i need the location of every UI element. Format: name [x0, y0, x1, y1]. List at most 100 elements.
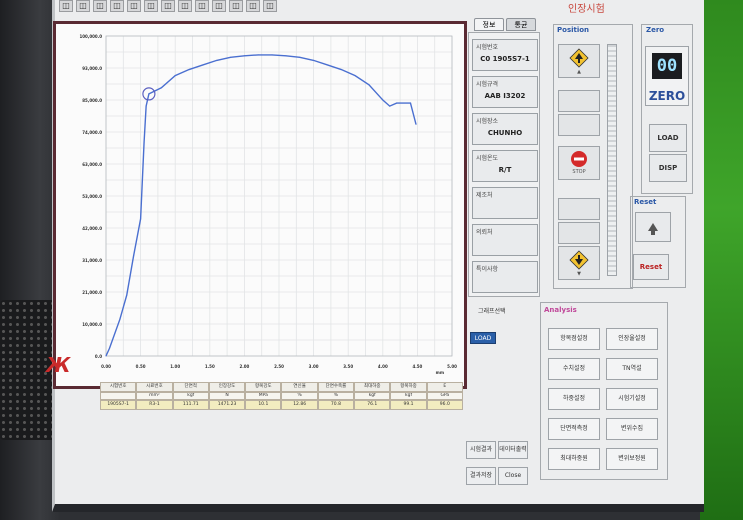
- reset-all-button[interactable]: Reset: [633, 254, 669, 280]
- speed-slider[interactable]: [607, 44, 617, 276]
- results-cell: E: [426, 382, 463, 392]
- background-wall: [700, 0, 743, 520]
- chart-area: 100,000.0 93,000.0 85,000.0 74,000.0 63,000.…: [53, 21, 467, 389]
- bottom-button[interactable]: Close: [498, 467, 528, 485]
- data-point: [396, 102, 398, 104]
- position-button-6[interactable]: ▼: [558, 246, 600, 280]
- data-point: [160, 87, 162, 89]
- results-data-row[interactable]: 1905S7-1 R3-1 111.71 1471.23 10.1 12.86 70.8 76…: [100, 400, 463, 410]
- info-box[interactable]: 특이사항: [472, 261, 538, 293]
- analysis-button[interactable]: TN역설: [606, 358, 658, 380]
- position-button-1[interactable]: [558, 90, 600, 112]
- reset-button[interactable]: [635, 212, 671, 242]
- toolbar-button[interactable]: ◫: [229, 0, 243, 12]
- results-cell: 단면적: [172, 382, 209, 392]
- reset-title: Reset: [634, 198, 657, 206]
- data-point: [257, 54, 259, 56]
- results-cell: kgf: [354, 392, 391, 400]
- data-point: [202, 64, 204, 66]
- toolbar-button[interactable]: ◫: [93, 0, 107, 12]
- info-label: 시험온도: [476, 155, 499, 162]
- data-point: [415, 123, 417, 125]
- data-point: [313, 59, 315, 61]
- tensile-chart: 100,000.0 93,000.0 85,000.0 74,000.0 63,000.…: [79, 34, 457, 375]
- toolbar-button[interactable]: ◫: [127, 0, 141, 12]
- analysis-button[interactable]: 변위수집: [606, 418, 658, 440]
- y-tick-label: 10,000.0: [82, 322, 102, 327]
- zero-display: 00: [652, 53, 682, 79]
- data-point: [382, 99, 384, 101]
- info-label: 시험규격: [476, 81, 499, 88]
- info-box[interactable]: 시험번호 C0 1905S7-1: [472, 39, 538, 71]
- data-point: [285, 55, 287, 57]
- info-box[interactable]: 시험규격 AAB I3202: [472, 76, 538, 108]
- data-point: [243, 55, 245, 57]
- analysis-button[interactable]: 하중설정: [548, 388, 600, 410]
- data-point: [299, 56, 301, 58]
- position-button-3[interactable]: STOP: [558, 146, 600, 180]
- results-cell: 76.1: [354, 400, 391, 410]
- info-box[interactable]: 의뢰처: [472, 224, 538, 256]
- analysis-button[interactable]: 인장율설정: [606, 328, 658, 350]
- results-cell: 1905S7-1: [100, 400, 137, 410]
- position-button-5[interactable]: [558, 222, 600, 244]
- toolbar-button[interactable]: ◫: [246, 0, 260, 12]
- analysis-button[interactable]: 단면적측정: [548, 418, 600, 440]
- zero-title: Zero: [646, 26, 665, 34]
- y-tick-label: 100,000.0: [79, 34, 102, 39]
- data-point: [133, 254, 135, 256]
- y-tick-label: 21,000.0: [82, 290, 102, 295]
- y-tick-label: 93,000.0: [82, 66, 102, 71]
- toolbar-button[interactable]: ◫: [161, 0, 175, 12]
- reset-icon: [648, 223, 658, 235]
- stop-icon: [571, 151, 587, 167]
- load-zero-button[interactable]: LOAD: [649, 124, 687, 152]
- x-tick-label: 3.50: [343, 364, 353, 369]
- toolbar-button[interactable]: ◫: [195, 0, 209, 12]
- zero-button[interactable]: 00 ZERO: [645, 46, 689, 106]
- position-button-4[interactable]: [558, 198, 600, 220]
- toolbar-button[interactable]: ◫: [178, 0, 192, 12]
- analysis-button[interactable]: 수치설정: [548, 358, 600, 380]
- analysis-title: Analysis: [544, 306, 577, 314]
- x-tick-label: 3.00: [309, 364, 319, 369]
- toolbar-button[interactable]: ◫: [144, 0, 158, 12]
- info-box[interactable]: 제조처: [472, 187, 538, 219]
- toolbar-button[interactable]: ◫: [263, 0, 277, 12]
- info-tabs: 정보 통균: [474, 18, 536, 31]
- disp-zero-button[interactable]: DISP: [649, 154, 687, 182]
- tab-1[interactable]: 통균: [506, 18, 536, 31]
- info-box[interactable]: 시험온도 R/T: [472, 150, 538, 182]
- brand-logo: Ж: [46, 353, 71, 377]
- info-box[interactable]: 시험장소 CHUNHO: [472, 113, 538, 145]
- x-tick-label: 2.50: [274, 364, 284, 369]
- info-label: 시험번호: [476, 44, 499, 51]
- analysis-button[interactable]: 항복점설정: [548, 328, 600, 350]
- bottom-button[interactable]: 시험결과: [466, 441, 496, 459]
- results-cell: R3-1: [136, 400, 173, 410]
- results-cell: 연신율: [281, 382, 318, 392]
- toolbar-button[interactable]: ◫: [110, 0, 124, 12]
- analysis-button[interactable]: 최대하중원: [548, 448, 600, 470]
- results-cell: 항복강도: [245, 382, 282, 392]
- toolbar-button[interactable]: ◫: [212, 0, 226, 12]
- y-tick-label: 0.0: [95, 354, 102, 359]
- tab-0[interactable]: 정보: [474, 18, 504, 31]
- bottom-button[interactable]: 데이터출력: [498, 441, 528, 459]
- position-button-0[interactable]: ▲: [558, 44, 600, 78]
- results-cell: 96.0: [426, 400, 463, 410]
- results-cell: 단면수축률: [317, 382, 355, 392]
- bottom-button[interactable]: 결과저장: [466, 467, 496, 485]
- results-units-row: mm² kgf N MPa%% kgf kgf GPa: [100, 392, 463, 400]
- results-cell: 12.86: [281, 400, 318, 410]
- analysis-button[interactable]: 변위보정원: [606, 448, 658, 470]
- results-cell: mm²: [136, 392, 173, 400]
- position-button-2[interactable]: [558, 114, 600, 136]
- toolbar-button[interactable]: ◫: [59, 0, 73, 12]
- analysis-button[interactable]: 시험기설정: [606, 388, 658, 410]
- info-label: 특이사항: [476, 266, 499, 273]
- data-point: [119, 318, 121, 320]
- graph-select[interactable]: LOAD: [470, 332, 496, 344]
- toolbar-button[interactable]: ◫: [76, 0, 90, 12]
- data-point: [148, 93, 150, 95]
